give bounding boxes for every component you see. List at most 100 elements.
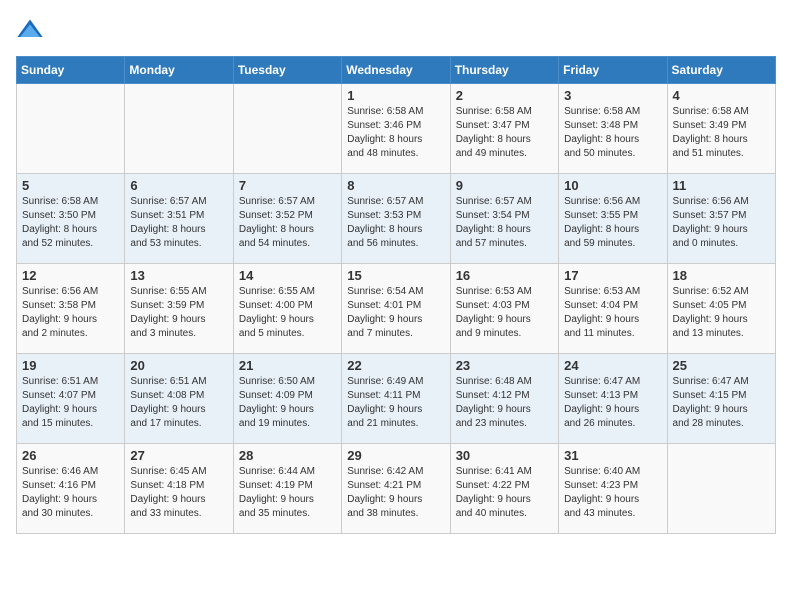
week-row-2: 5 Sunrise: 6:58 AM Sunset: 3:50 PM Daylig… xyxy=(17,174,776,264)
day-info: Sunrise: 6:58 AM Sunset: 3:46 PM Dayligh… xyxy=(347,105,444,161)
calendar-cell: 12Sunrise: 6:56 AM Sunset: 3:58 PM Dayli… xyxy=(17,264,125,354)
weekday-header-monday: Monday xyxy=(125,57,233,84)
day-number: 27 xyxy=(130,448,227,463)
week-row-3: 12Sunrise: 6:56 AM Sunset: 3:58 PM Dayli… xyxy=(17,264,776,354)
day-info: Sunrise: 6:56 AM Sunset: 3:55 PM Dayligh… xyxy=(564,195,661,251)
calendar-cell xyxy=(233,84,341,174)
logo xyxy=(16,16,48,44)
day-info: Sunrise: 6:51 AM Sunset: 4:07 PM Dayligh… xyxy=(22,375,119,431)
day-info: Sunrise: 6:40 AM Sunset: 4:23 PM Dayligh… xyxy=(564,465,661,521)
calendar-cell: 19 Sunrise: 6:51 AM Sunset: 4:07 PM Dayli… xyxy=(17,354,125,444)
day-number: 5 xyxy=(22,178,119,193)
day-number: 30 xyxy=(456,448,553,463)
calendar-cell: 2 Sunrise: 6:58 AM Sunset: 3:47 PM Daylig… xyxy=(450,84,558,174)
day-number: 26 xyxy=(22,448,119,463)
day-number: 11 xyxy=(673,178,770,193)
day-info: Sunrise: 6:41 AM Sunset: 4:22 PM Dayligh… xyxy=(456,465,553,521)
page-header xyxy=(16,16,776,44)
day-number: 18 xyxy=(673,268,770,283)
day-number: 10 xyxy=(564,178,661,193)
day-info: Sunrise: 6:51 AM Sunset: 4:08 PM Dayligh… xyxy=(130,375,227,431)
calendar-cell: 4 Sunrise: 6:58 AM Sunset: 3:49 PM Daylig… xyxy=(667,84,775,174)
calendar-cell: 8 Sunrise: 6:57 AM Sunset: 3:53 PM Daylig… xyxy=(342,174,450,264)
day-number: 29 xyxy=(347,448,444,463)
day-info: Sunrise: 6:47 AM Sunset: 4:15 PM Dayligh… xyxy=(673,375,770,431)
day-number: 21 xyxy=(239,358,336,373)
day-info: Sunrise: 6:58 AM Sunset: 3:48 PM Dayligh… xyxy=(564,105,661,161)
weekday-header-row: SundayMondayTuesdayWednesdayThursdayFrid… xyxy=(17,57,776,84)
day-number: 23 xyxy=(456,358,553,373)
day-info: Sunrise: 6:54 AM Sunset: 4:01 PM Dayligh… xyxy=(347,285,444,341)
day-number: 1 xyxy=(347,88,444,103)
calendar-cell: 20 Sunrise: 6:51 AM Sunset: 4:08 PM Dayli… xyxy=(125,354,233,444)
day-number: 12 xyxy=(22,268,119,283)
day-number: 4 xyxy=(673,88,770,103)
calendar-cell: 30 Sunrise: 6:41 AM Sunset: 4:22 PM Dayli… xyxy=(450,444,558,534)
day-number: 31 xyxy=(564,448,661,463)
calendar-cell: 6Sunrise: 6:57 AM Sunset: 3:51 PM Daylig… xyxy=(125,174,233,264)
calendar-cell: 18Sunrise: 6:52 AM Sunset: 4:05 PM Dayli… xyxy=(667,264,775,354)
weekday-header-thursday: Thursday xyxy=(450,57,558,84)
day-number: 7 xyxy=(239,178,336,193)
calendar-table: SundayMondayTuesdayWednesdayThursdayFrid… xyxy=(16,56,776,534)
day-info: Sunrise: 6:45 AM Sunset: 4:18 PM Dayligh… xyxy=(130,465,227,521)
day-number: 3 xyxy=(564,88,661,103)
day-number: 2 xyxy=(456,88,553,103)
day-info: Sunrise: 6:57 AM Sunset: 3:51 PM Dayligh… xyxy=(130,195,227,251)
calendar-cell: 21 Sunrise: 6:50 AM Sunset: 4:09 PM Dayli… xyxy=(233,354,341,444)
calendar-cell: 25Sunrise: 6:47 AM Sunset: 4:15 PM Dayli… xyxy=(667,354,775,444)
calendar-cell: 3 Sunrise: 6:58 AM Sunset: 3:48 PM Daylig… xyxy=(559,84,667,174)
calendar-cell: 10 Sunrise: 6:56 AM Sunset: 3:55 PM Dayli… xyxy=(559,174,667,264)
calendar-cell: 17Sunrise: 6:53 AM Sunset: 4:04 PM Dayli… xyxy=(559,264,667,354)
day-info: Sunrise: 6:58 AM Sunset: 3:50 PM Dayligh… xyxy=(22,195,119,251)
day-info: Sunrise: 6:50 AM Sunset: 4:09 PM Dayligh… xyxy=(239,375,336,431)
calendar-cell: 26 Sunrise: 6:46 AM Sunset: 4:16 PM Dayli… xyxy=(17,444,125,534)
calendar-cell: 7 Sunrise: 6:57 AM Sunset: 3:52 PM Daylig… xyxy=(233,174,341,264)
calendar-cell: 15 Sunrise: 6:54 AM Sunset: 4:01 PM Dayli… xyxy=(342,264,450,354)
calendar-cell: 11Sunrise: 6:56 AM Sunset: 3:57 PM Dayli… xyxy=(667,174,775,264)
day-info: Sunrise: 6:42 AM Sunset: 4:21 PM Dayligh… xyxy=(347,465,444,521)
day-info: Sunrise: 6:57 AM Sunset: 3:53 PM Dayligh… xyxy=(347,195,444,251)
calendar-cell: 1 Sunrise: 6:58 AM Sunset: 3:46 PM Daylig… xyxy=(342,84,450,174)
day-info: Sunrise: 6:57 AM Sunset: 3:54 PM Dayligh… xyxy=(456,195,553,251)
day-info: Sunrise: 6:57 AM Sunset: 3:52 PM Dayligh… xyxy=(239,195,336,251)
calendar-cell xyxy=(667,444,775,534)
day-number: 15 xyxy=(347,268,444,283)
calendar-cell: 14Sunrise: 6:55 AM Sunset: 4:00 PM Dayli… xyxy=(233,264,341,354)
day-info: Sunrise: 6:44 AM Sunset: 4:19 PM Dayligh… xyxy=(239,465,336,521)
day-info: Sunrise: 6:48 AM Sunset: 4:12 PM Dayligh… xyxy=(456,375,553,431)
day-number: 9 xyxy=(456,178,553,193)
week-row-4: 19 Sunrise: 6:51 AM Sunset: 4:07 PM Dayli… xyxy=(17,354,776,444)
calendar-cell: 31 Sunrise: 6:40 AM Sunset: 4:23 PM Dayli… xyxy=(559,444,667,534)
weekday-header-saturday: Saturday xyxy=(667,57,775,84)
day-info: Sunrise: 6:46 AM Sunset: 4:16 PM Dayligh… xyxy=(22,465,119,521)
day-info: Sunrise: 6:58 AM Sunset: 3:49 PM Dayligh… xyxy=(673,105,770,161)
calendar-cell: 22 Sunrise: 6:49 AM Sunset: 4:11 PM Dayli… xyxy=(342,354,450,444)
day-number: 28 xyxy=(239,448,336,463)
calendar-cell: 27 Sunrise: 6:45 AM Sunset: 4:18 PM Dayli… xyxy=(125,444,233,534)
calendar-cell xyxy=(17,84,125,174)
weekday-header-friday: Friday xyxy=(559,57,667,84)
day-number: 24 xyxy=(564,358,661,373)
calendar-cell: 28 Sunrise: 6:44 AM Sunset: 4:19 PM Dayli… xyxy=(233,444,341,534)
day-info: Sunrise: 6:53 AM Sunset: 4:03 PM Dayligh… xyxy=(456,285,553,341)
calendar-cell: 5 Sunrise: 6:58 AM Sunset: 3:50 PM Daylig… xyxy=(17,174,125,264)
logo-icon xyxy=(16,16,44,44)
calendar-cell: 16 Sunrise: 6:53 AM Sunset: 4:03 PM Dayli… xyxy=(450,264,558,354)
week-row-1: 1 Sunrise: 6:58 AM Sunset: 3:46 PM Daylig… xyxy=(17,84,776,174)
calendar-cell: 29 Sunrise: 6:42 AM Sunset: 4:21 PM Dayli… xyxy=(342,444,450,534)
day-number: 16 xyxy=(456,268,553,283)
calendar-cell: 13Sunrise: 6:55 AM Sunset: 3:59 PM Dayli… xyxy=(125,264,233,354)
day-info: Sunrise: 6:55 AM Sunset: 4:00 PM Dayligh… xyxy=(239,285,336,341)
day-number: 8 xyxy=(347,178,444,193)
day-info: Sunrise: 6:58 AM Sunset: 3:47 PM Dayligh… xyxy=(456,105,553,161)
calendar-cell: 24 Sunrise: 6:47 AM Sunset: 4:13 PM Dayli… xyxy=(559,354,667,444)
day-number: 17 xyxy=(564,268,661,283)
day-info: Sunrise: 6:49 AM Sunset: 4:11 PM Dayligh… xyxy=(347,375,444,431)
day-info: Sunrise: 6:55 AM Sunset: 3:59 PM Dayligh… xyxy=(130,285,227,341)
day-number: 19 xyxy=(22,358,119,373)
day-number: 22 xyxy=(347,358,444,373)
day-info: Sunrise: 6:47 AM Sunset: 4:13 PM Dayligh… xyxy=(564,375,661,431)
day-number: 20 xyxy=(130,358,227,373)
calendar-cell: 9 Sunrise: 6:57 AM Sunset: 3:54 PM Daylig… xyxy=(450,174,558,264)
